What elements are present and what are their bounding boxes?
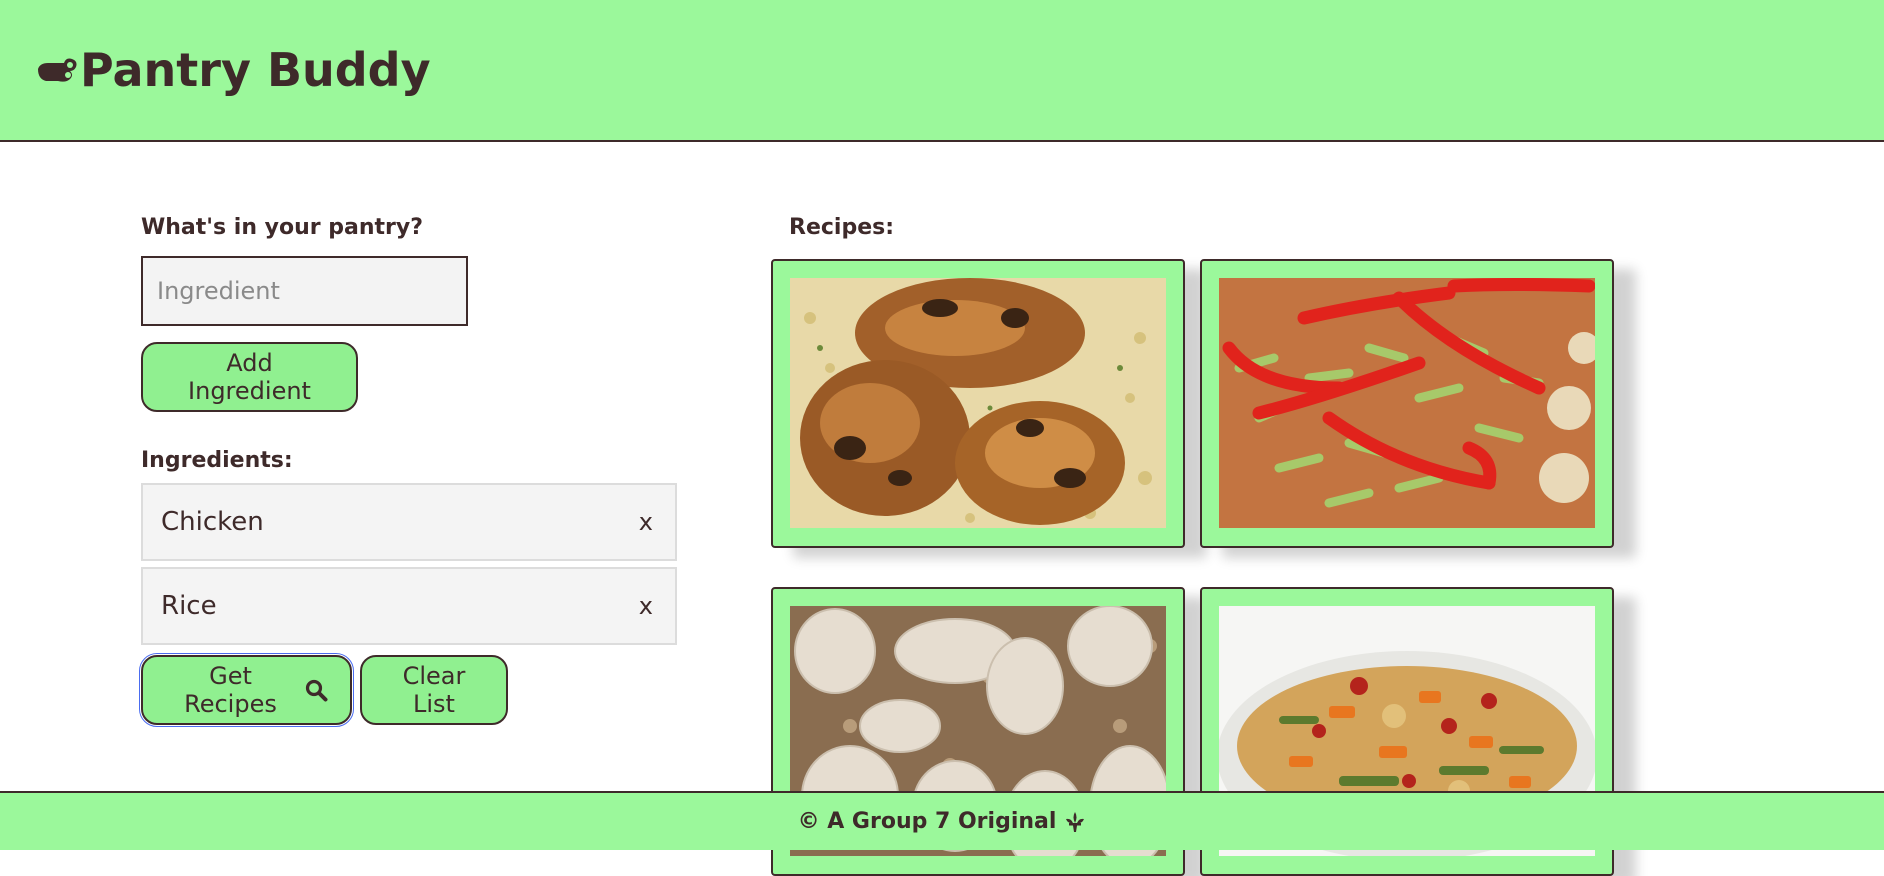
- list-item: Chicken x: [141, 483, 677, 561]
- pantry-label: What's in your pantry?: [141, 215, 423, 240]
- app-title: Pantry Buddy: [80, 43, 431, 97]
- get-recipes-label: Get Recipes: [184, 662, 277, 718]
- ingredient-name: Chicken: [161, 507, 264, 537]
- recipe-card[interactable]: [1200, 259, 1614, 548]
- roast-chicken-on-rice-photo: [790, 278, 1166, 528]
- get-recipes-button[interactable]: Get Recipes: [139, 653, 354, 727]
- ingredient-list: Chicken x Rice x: [141, 483, 681, 645]
- pantry-panel: What's in your pantry? Add Ingredient In…: [139, 215, 681, 727]
- recipes-panel: Recipes:: [771, 215, 1614, 876]
- footer-text: © A Group 7 Original: [797, 809, 1057, 834]
- ingredient-input[interactable]: [141, 256, 468, 326]
- search-icon: [304, 678, 328, 702]
- stir-fry-with-red-peppers-photo: [1219, 278, 1595, 528]
- ingredient-name: Rice: [161, 591, 217, 621]
- fleur-de-lis-icon: [1064, 811, 1086, 833]
- app-header: Pantry Buddy: [0, 0, 1884, 142]
- list-item: Rice x: [141, 567, 677, 645]
- clear-list-button[interactable]: Clear List: [360, 655, 508, 725]
- gravy-boat-icon: [36, 53, 80, 87]
- remove-ingredient-button[interactable]: x: [639, 592, 653, 620]
- brand[interactable]: Pantry Buddy: [36, 43, 431, 97]
- remove-ingredient-button[interactable]: x: [639, 508, 653, 536]
- recipe-card[interactable]: [771, 259, 1185, 548]
- action-row: Get Recipes Clear List: [139, 653, 681, 727]
- add-ingredient-button[interactable]: Add Ingredient: [141, 342, 358, 412]
- ingredients-label: Ingredients:: [141, 448, 293, 473]
- app-footer: © A Group 7 Original: [0, 791, 1884, 850]
- recipes-label: Recipes:: [789, 215, 895, 240]
